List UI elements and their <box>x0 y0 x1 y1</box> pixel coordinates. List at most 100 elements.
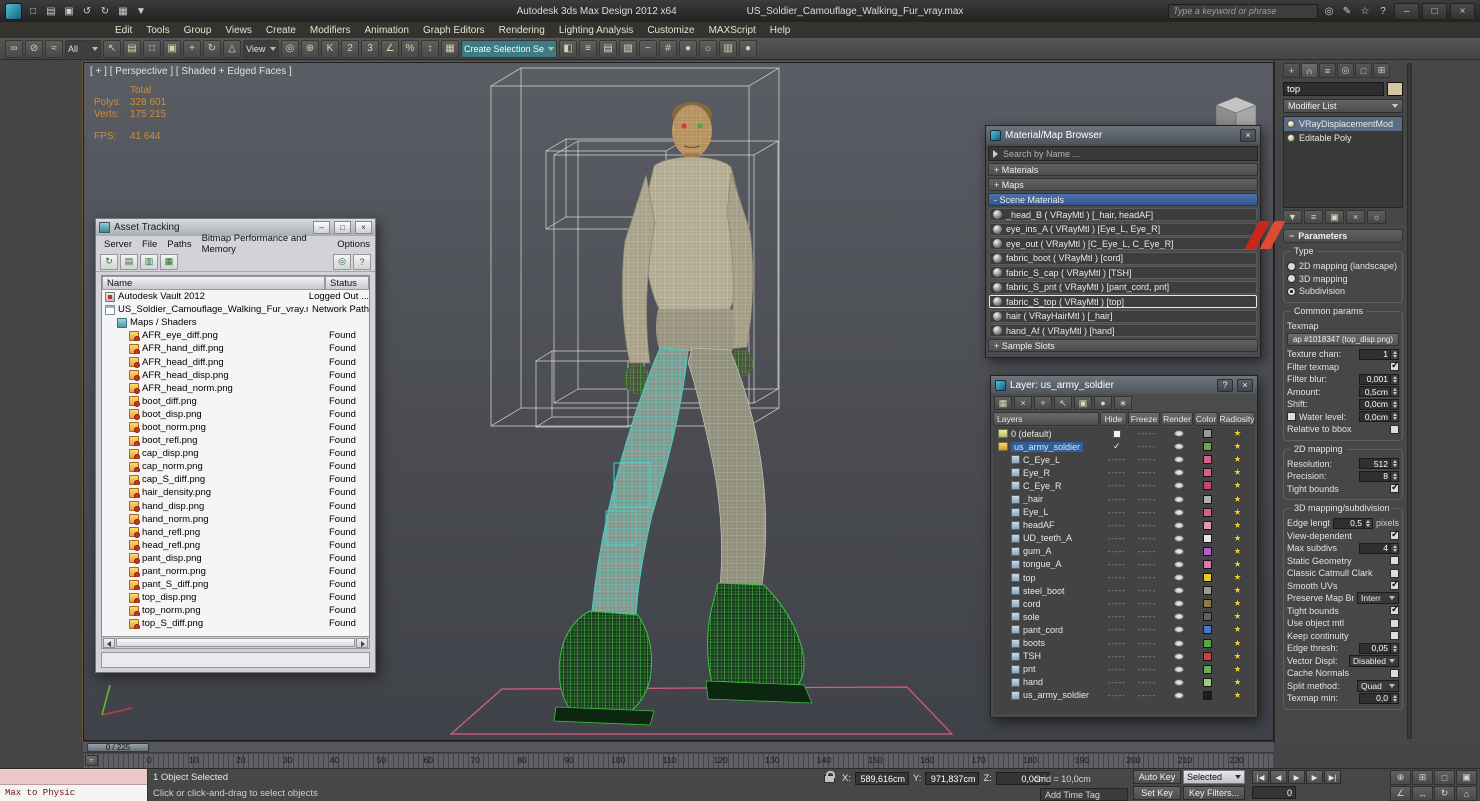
show-end-result-icon[interactable]: ≡ <box>1304 210 1323 224</box>
menu-item[interactable]: Modifiers <box>303 25 358 36</box>
zoom-extents-icon[interactable]: □ <box>1434 770 1455 785</box>
cache-normals-checkbox[interactable] <box>1390 668 1399 678</box>
radiosity-star-icon[interactable] <box>1233 611 1241 622</box>
column-hide[interactable]: Hide <box>1099 412 1127 426</box>
type-radio-row[interactable]: Subdivision <box>1287 285 1399 298</box>
render-eye-icon[interactable] <box>1174 560 1185 568</box>
hide-toggle[interactable]: ----- <box>1103 573 1130 582</box>
material-item[interactable]: hair ( VRayHairMtl ) [_hair] <box>989 309 1257 323</box>
render-eye-icon[interactable] <box>1174 430 1185 438</box>
render-eye-icon[interactable] <box>1174 456 1185 464</box>
hide-toggle[interactable]: ----- <box>1103 521 1130 530</box>
hide-toggle[interactable]: ----- <box>1103 560 1130 569</box>
layer-row[interactable]: us_army_soldier ----- ----- <box>993 689 1255 702</box>
list-view-icon[interactable]: ▦ <box>160 253 178 270</box>
add-to-layer-icon[interactable]: + <box>1034 396 1052 410</box>
mini-curve-editor-button[interactable]: ≈ <box>85 755 98 766</box>
color-swatch[interactable] <box>1202 638 1212 648</box>
freeze-toggle[interactable]: ----- <box>1132 495 1163 504</box>
hide-toggle[interactable]: ----- <box>1103 625 1130 634</box>
hide-toggle[interactable] <box>1103 441 1130 452</box>
layer-color-cell[interactable] <box>1196 690 1219 700</box>
vector-displ-dropdown[interactable]: Disabled <box>1348 654 1399 667</box>
configure-modifier-icon[interactable]: ☼ <box>1367 210 1386 224</box>
render-eye-icon[interactable] <box>1174 495 1185 503</box>
auto-key-button[interactable]: Auto Key <box>1133 770 1181 784</box>
hide-toggle[interactable] <box>1103 429 1130 438</box>
spinner-arrows[interactable] <box>1391 373 1399 385</box>
parameters-rollout[interactable]: Parameters <box>1283 229 1403 243</box>
menu-item[interactable]: Group <box>177 25 219 36</box>
radiosity-star-icon[interactable] <box>1233 638 1241 649</box>
radiosity-toggle[interactable] <box>1220 611 1255 622</box>
color-swatch[interactable] <box>1202 586 1212 596</box>
materials-rollup[interactable]: + Materials <box>988 163 1258 176</box>
highlight-layer-icon[interactable]: ▣ <box>1074 396 1092 410</box>
scene-materials-rollup[interactable]: - Scene Materials <box>988 193 1258 206</box>
snap-3d-icon[interactable]: 3 <box>361 39 379 58</box>
layer-row[interactable]: boots ----- ----- <box>993 637 1255 650</box>
freeze-toggle[interactable]: ----- <box>1132 455 1163 464</box>
color-swatch[interactable] <box>1202 690 1212 700</box>
layer-color-cell[interactable] <box>1196 599 1219 609</box>
radiosity-toggle[interactable] <box>1220 677 1255 688</box>
hide-toggle[interactable]: ----- <box>1103 481 1130 490</box>
menu-item[interactable]: Tools <box>139 25 176 36</box>
render-toggle[interactable] <box>1164 508 1195 516</box>
layer-row[interactable]: sole ----- ----- <box>993 610 1255 623</box>
asset-row[interactable]: cap_disp.png Found <box>102 447 369 460</box>
graphite-ribbon-icon[interactable]: ▧ <box>619 39 638 58</box>
menu-item[interactable]: Help <box>763 25 798 36</box>
layer-row[interactable]: gum_A ----- ----- <box>993 545 1255 558</box>
layer-close-button[interactable]: × <box>1237 378 1253 392</box>
search-options-icon[interactable] <box>993 149 998 158</box>
spinner-arrows[interactable] <box>1391 398 1399 410</box>
color-swatch[interactable] <box>1202 573 1212 583</box>
render-toggle[interactable] <box>1164 547 1195 555</box>
menu-item[interactable]: Create <box>259 25 303 36</box>
menu-item[interactable]: Edit <box>108 25 139 36</box>
radiosity-star-icon[interactable] <box>1233 533 1241 544</box>
maxscript-mini-listener[interactable]: Max to Physic <box>0 769 148 801</box>
zoom-all-icon[interactable]: ⊞ <box>1412 770 1433 785</box>
layer-row[interactable]: pant_cord ----- ----- <box>993 623 1255 636</box>
freeze-toggle[interactable]: ----- <box>1132 639 1163 648</box>
asset-row[interactable]: boot_diff.png Found <box>102 395 369 408</box>
asset-row[interactable]: AFR_head_diff.png Found <box>102 355 369 368</box>
layer-color-cell[interactable] <box>1196 625 1219 635</box>
layer-row[interactable]: tongue_A ----- ----- <box>993 558 1255 571</box>
color-swatch[interactable] <box>1202 612 1212 622</box>
edge-length-spinner[interactable]: 0,5 <box>1332 517 1365 529</box>
radiosity-toggle[interactable] <box>1220 428 1255 439</box>
radiosity-toggle[interactable] <box>1220 494 1255 505</box>
color-swatch[interactable] <box>1202 677 1212 687</box>
go-to-end-button[interactable]: ▶| <box>1324 770 1341 784</box>
radiosity-toggle[interactable] <box>1220 585 1255 596</box>
go-to-start-button[interactable]: |◀ <box>1252 770 1269 784</box>
spinner-arrows[interactable] <box>1391 348 1399 360</box>
radiosity-star-icon[interactable] <box>1233 546 1241 557</box>
menu-item[interactable]: Rendering <box>492 25 552 36</box>
layer-row[interactable]: Eye_L ----- ----- <box>993 506 1255 519</box>
bind-to-spacewarp-icon[interactable]: ≈ <box>45 39 63 58</box>
layer-manager-icon[interactable]: ▤ <box>599 39 618 58</box>
delete-layer-icon[interactable]: × <box>1014 396 1032 410</box>
hide-toggle[interactable]: ----- <box>1103 599 1130 608</box>
radiosity-toggle[interactable] <box>1220 480 1255 491</box>
render-toggle[interactable] <box>1164 482 1195 490</box>
hide-toggle[interactable]: ----- <box>1103 495 1130 504</box>
table-view-icon[interactable]: ▤ <box>120 253 138 270</box>
layer-color-cell[interactable] <box>1196 481 1219 491</box>
radiosity-star-icon[interactable] <box>1233 454 1241 465</box>
color-swatch[interactable] <box>1202 494 1212 504</box>
macro-recorder-line[interactable] <box>0 769 147 785</box>
freeze-toggle[interactable]: ----- <box>1132 468 1163 477</box>
render-toggle[interactable] <box>1164 469 1195 477</box>
render-eye-icon[interactable] <box>1174 626 1185 634</box>
amount-spinner[interactable]: 0,5cm <box>1359 386 1391 398</box>
render-toggle[interactable] <box>1164 456 1195 464</box>
settings-icon[interactable]: ◎ <box>333 253 351 270</box>
column-layers[interactable]: Layers <box>993 412 1099 426</box>
material-browser-close-button[interactable]: × <box>1240 128 1256 142</box>
render-eye-icon[interactable] <box>1174 613 1185 621</box>
